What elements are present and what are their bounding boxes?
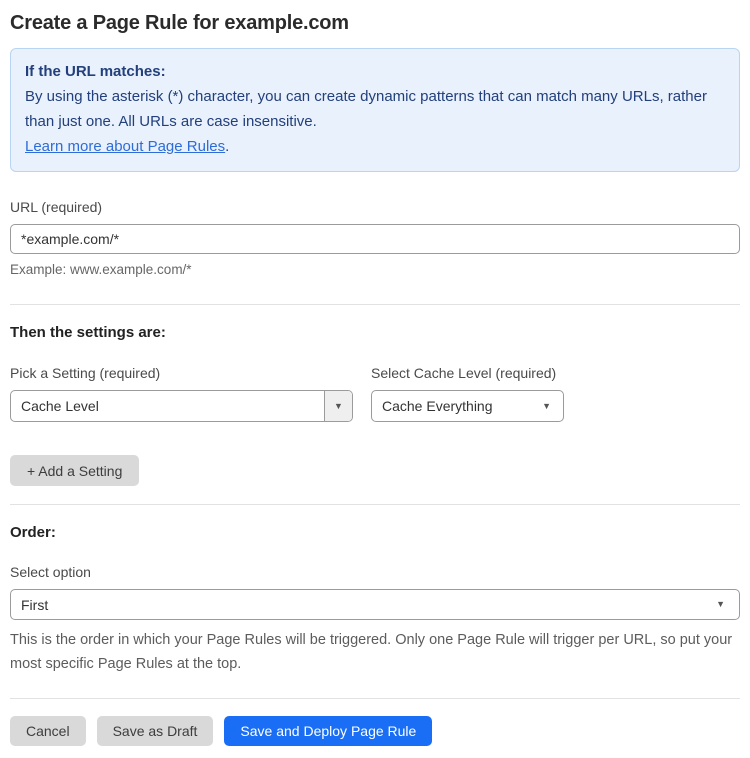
- order-arrow-wrap: ▼: [716, 590, 739, 619]
- divider: [10, 304, 740, 305]
- pick-setting-label: Pick a Setting (required): [10, 365, 161, 381]
- order-helper-text: This is the order in which your Page Rul…: [10, 632, 733, 672]
- settings-dropdown-row: Cache Level ▼ Cache Everything ▼: [10, 390, 740, 422]
- settings-labels-row: Pick a Setting (required) Select Cache L…: [10, 364, 740, 382]
- settings-heading: Then the settings are:: [10, 324, 166, 341]
- order-heading: Order:: [10, 524, 56, 541]
- url-matches-notice: If the URL matches: By using the asteris…: [10, 48, 740, 172]
- link-period: .: [225, 138, 230, 155]
- notice-body-text: By using the asterisk (*) character, you…: [25, 88, 707, 130]
- notice-heading: If the URL matches:: [25, 63, 166, 80]
- save-as-draft-button[interactable]: Save as Draft: [96, 716, 214, 746]
- footer-actions: Cancel Save as Draft Save and Deploy Pag…: [10, 716, 740, 746]
- notice-body: By using the asterisk (*) character, you…: [25, 84, 725, 134]
- cache-level-dropdown[interactable]: Cache Everything ▼: [371, 390, 564, 422]
- divider: [10, 698, 740, 699]
- create-page-rule-form: Create a Page Rule for example.com If th…: [0, 0, 750, 758]
- divider: [10, 504, 740, 505]
- chevron-down-icon: ▼: [334, 400, 343, 411]
- pick-setting-value: Cache Level: [21, 398, 99, 414]
- order-select-label: Select option: [10, 564, 91, 580]
- cache-level-arrow-wrap: ▼: [542, 391, 563, 421]
- order-dropdown[interactable]: First ▼: [10, 589, 740, 620]
- add-setting-button[interactable]: + Add a Setting: [10, 455, 140, 486]
- learn-more-link[interactable]: Learn more about Page Rules: [25, 138, 225, 155]
- url-example-helper: Example: www.example.com/*: [10, 262, 192, 277]
- chevron-down-icon: ▼: [716, 599, 725, 609]
- page-title: Create a Page Rule for example.com: [10, 12, 349, 34]
- save-and-deploy-button[interactable]: Save and Deploy Page Rule: [224, 716, 433, 746]
- notice-link-row: Learn more about Page Rules.: [25, 134, 725, 159]
- pick-setting-arrow-segment: ▼: [324, 391, 352, 421]
- cache-level-value: Cache Everything: [382, 398, 493, 414]
- pick-setting-dropdown[interactable]: Cache Level ▼: [10, 390, 353, 422]
- order-value: First: [21, 596, 49, 613]
- url-field-label: URL (required): [10, 199, 103, 215]
- url-input[interactable]: [10, 224, 740, 254]
- chevron-down-icon: ▼: [542, 400, 551, 411]
- cancel-button[interactable]: Cancel: [10, 716, 86, 746]
- cache-level-label: Select Cache Level (required): [371, 365, 557, 381]
